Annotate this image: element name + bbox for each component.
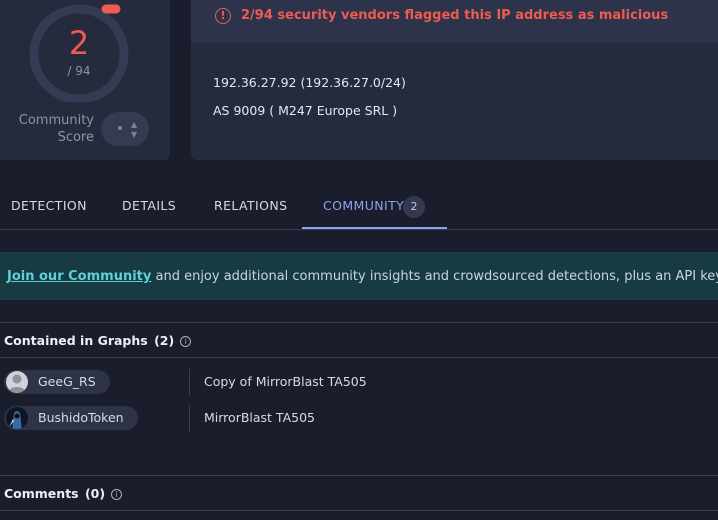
ip-address: 192.36.27.92 (192.36.27.0/24) [213,75,406,90]
community-score-label-text: Community Score [18,113,94,145]
vote-down-icon[interactable]: ▼ [131,131,137,139]
malicious-alert-bar: ! 2/94 security vendors flagged this IP … [191,0,718,43]
comments-title-text: Comments [4,486,79,501]
community-vote-control[interactable]: ▲ ▼ [101,112,149,146]
comments-count: (0) [84,486,106,501]
tab-details[interactable]: DETAILS [122,198,176,213]
detection-score: 2 [68,24,90,62]
graph-row: GeeG_RS Copy of MirrorBlast TA505 [0,369,718,396]
avatar [6,371,28,393]
graphs-section-title: Contained in Graphs (2) i [4,333,192,348]
join-community-link[interactable]: Join our Community [7,269,151,284]
user-name: BushidoToken [38,410,124,425]
tab-community[interactable]: COMMUNITY [323,198,404,213]
section-divider [0,510,718,511]
community-score-label: Community Score [4,112,94,146]
alert-circle-icon: ! [215,8,231,24]
user-chip[interactable]: GeeG_RS [4,370,110,394]
user-chip[interactable]: BushidoToken [4,406,138,430]
vote-up-icon[interactable]: ▲ [131,121,137,129]
hooded-figure-icon [9,411,22,429]
graph-name[interactable]: Copy of MirrorBlast TA505 [204,374,367,389]
tab-divider [0,229,718,230]
graphs-count: (2) [154,333,175,348]
comments-section-title: Comments (0) i [4,486,123,501]
info-icon[interactable]: i [180,336,192,347]
user-name: GeeG_RS [38,374,96,389]
join-community-banner: Join our Community and enjoy additional … [0,252,718,300]
banner-body-text: and enjoy additional community insights … [151,269,718,284]
detection-total: / 94 [67,64,91,78]
tab-detection[interactable]: DETECTION [11,198,87,213]
section-divider [0,357,718,358]
user-silhouette-icon [8,374,26,393]
graph-row: BushidoToken MirrorBlast TA505 [0,405,718,432]
ip-info-card: ! 2/94 security vendors flagged this IP … [191,0,718,160]
section-divider [0,475,718,476]
community-score-card: 2 / 94 Community Score ▲ ▼ [0,0,170,160]
section-divider [0,322,718,323]
banner-text: Join our Community and enjoy additional … [7,269,718,284]
column-divider [189,369,190,396]
graph-name[interactable]: MirrorBlast TA505 [204,410,315,425]
community-count-badge: 2 [403,196,425,218]
autonomous-system: AS 9009 ( M247 Europe SRL ) [213,103,398,118]
alert-text: 2/94 security vendors flagged this IP ad… [241,8,669,23]
column-divider [189,405,190,432]
graphs-title-text: Contained in Graphs [4,333,148,348]
vote-value-dot [118,126,122,130]
avatar [6,407,28,429]
tab-bar: DETECTION DETAILS RELATIONS COMMUNITY 2 [0,184,718,231]
tab-relations[interactable]: RELATIONS [214,198,287,213]
info-icon[interactable]: i [111,489,123,500]
